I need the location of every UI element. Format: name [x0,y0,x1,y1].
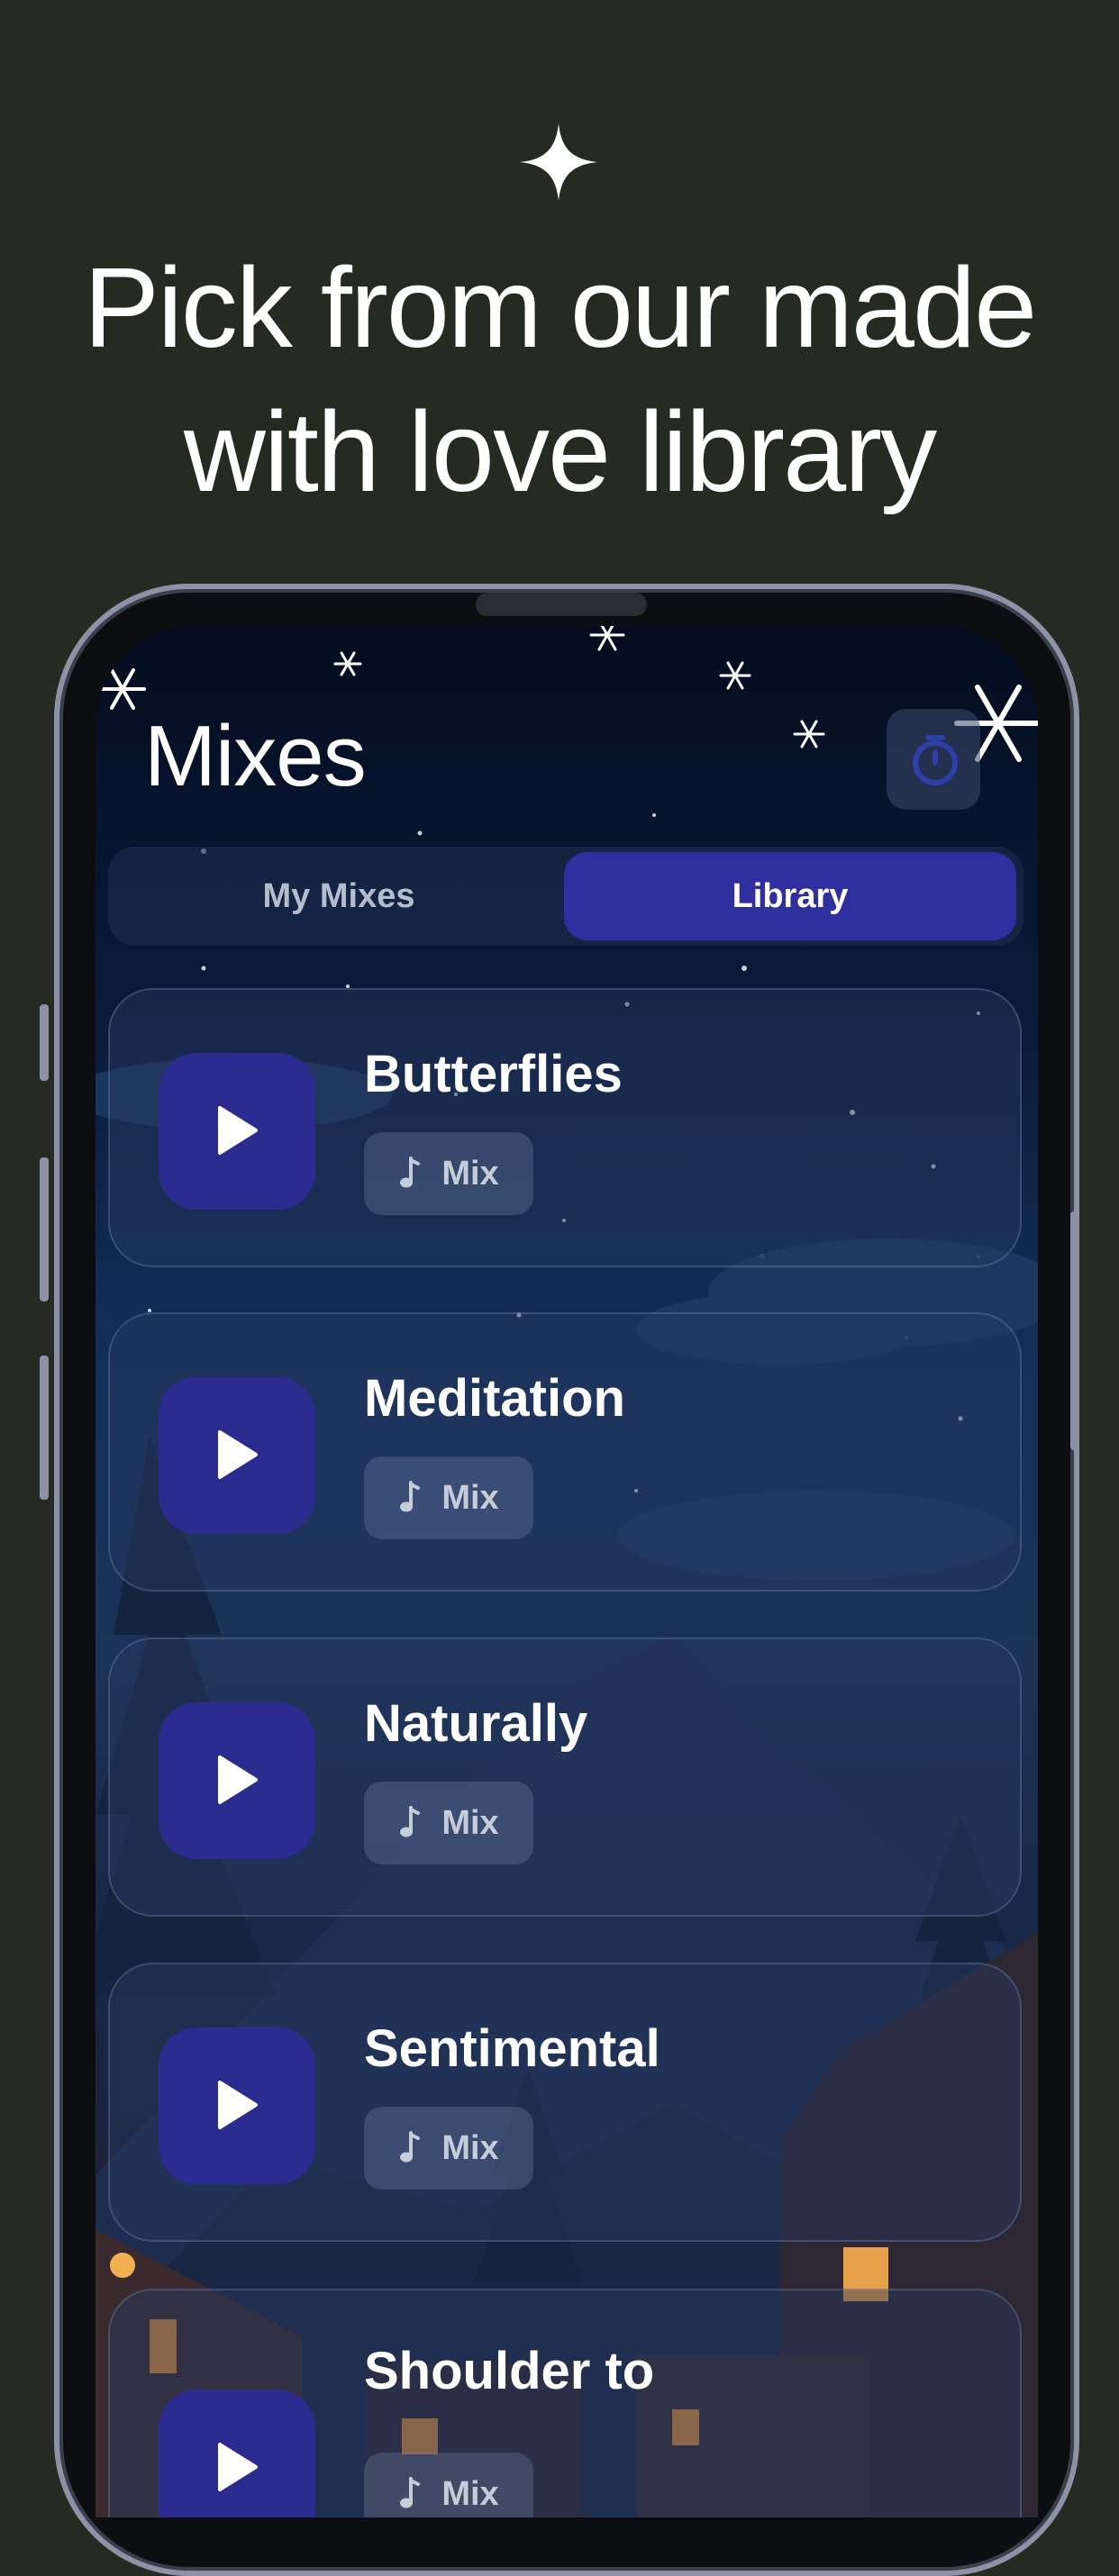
phone-power-button [1070,1211,1079,1450]
mix-title: Shoulder to [364,2342,655,2400]
mix-card-shoulder-to[interactable]: Shoulder to Mix [108,2289,1022,2517]
tab-library[interactable]: Library [564,852,1016,940]
music-note-icon [400,1806,421,1837]
mix-tag: Mix [364,2453,533,2517]
mix-card-butterflies[interactable]: Butterflies Mix [108,988,1022,1267]
timer-button[interactable] [887,709,980,810]
headline-line-2: with love library [183,388,937,515]
play-icon [218,1755,258,1804]
play-button[interactable] [159,1377,315,1534]
mix-tag-label: Mix [441,2474,499,2513]
play-button[interactable] [159,1702,315,1859]
music-note-icon [400,2131,421,2163]
phone-side-button [40,1157,49,1302]
page-title: Mixes [144,708,367,804]
play-icon [218,1430,258,1479]
timer-icon [913,735,958,785]
mix-card-meditation[interactable]: Meditation Mix [108,1312,1022,1592]
mix-tag: Mix [364,1132,533,1215]
play-icon [218,2081,258,2129]
play-button[interactable] [159,1053,315,1210]
music-note-icon [400,1156,421,1188]
tab-my-mixes[interactable]: My Mixes [114,852,564,940]
mix-title: Naturally [364,1694,588,1753]
mix-tag-label: Mix [441,1478,499,1517]
phone-speaker [476,593,647,616]
play-button[interactable] [159,2390,315,2517]
play-icon [218,2443,258,2491]
mix-title: Meditation [364,1369,625,1428]
mix-card-sentimental[interactable]: Sentimental Mix [108,1963,1022,2242]
app-screen: Mixes My Mixes Library Butterflies Mix M… [96,626,1038,2517]
music-note-icon [400,2477,421,2508]
mix-card-naturally[interactable]: Naturally Mix [108,1637,1022,1917]
mix-tag-label: Mix [441,1803,499,1842]
mix-title: Butterflies [364,1045,623,1103]
play-icon [218,1106,258,1155]
mix-tag-label: Mix [441,1154,499,1193]
mix-title: Sentimental [364,2019,660,2078]
mix-tag: Mix [364,1782,533,1864]
mix-tag: Mix [364,1456,533,1539]
headline-line-1: Pick from our made [83,244,1037,371]
mix-tag-label: Mix [441,2128,499,2167]
segmented-control: My Mixes Library [108,847,1023,946]
sparkle-icon [520,123,597,201]
headline: Pick from our made with love library [0,236,1119,524]
music-note-icon [400,1481,421,1512]
phone-side-button [40,1356,49,1500]
play-button[interactable] [159,2027,315,2184]
phone-side-button [40,1004,49,1081]
mix-tag: Mix [364,2107,533,2190]
